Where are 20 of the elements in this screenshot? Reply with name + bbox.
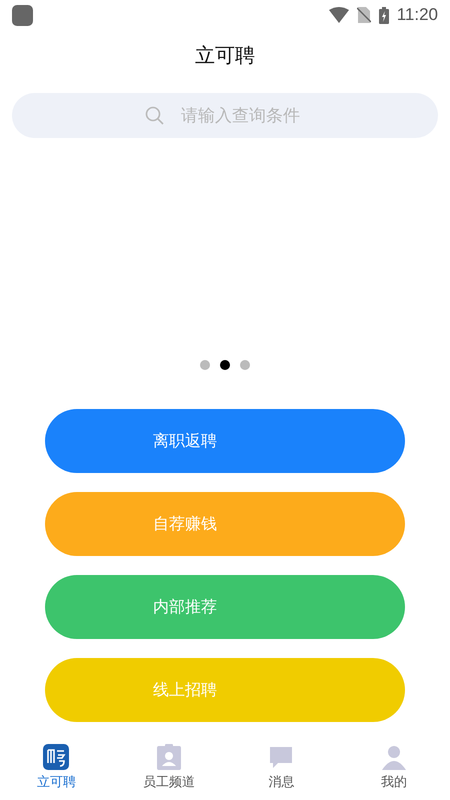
action-button[interactable]: 离职返聘 bbox=[45, 409, 405, 473]
notification-icon bbox=[12, 4, 33, 26]
page-title: 立可聘 bbox=[195, 42, 255, 69]
no-sim-icon bbox=[356, 7, 371, 23]
clock-time: 11:20 bbox=[396, 5, 438, 25]
tab-item[interactable]: 员工频道 bbox=[112, 738, 225, 800]
tab-item[interactable]: 消息 bbox=[225, 738, 338, 800]
chat-icon bbox=[268, 744, 294, 770]
logo-icon bbox=[43, 744, 70, 770]
tab-item[interactable]: 我的 bbox=[338, 738, 450, 800]
tab-item[interactable]: 立可聘 bbox=[0, 738, 112, 800]
person-icon bbox=[380, 744, 407, 770]
search-field[interactable]: 请输入查询条件 bbox=[181, 106, 305, 126]
wifi-icon bbox=[328, 7, 349, 23]
search-icon bbox=[145, 106, 165, 126]
carousel-dot[interactable] bbox=[220, 360, 230, 370]
carousel-dot[interactable] bbox=[200, 360, 210, 370]
battery-icon bbox=[378, 6, 389, 24]
carousel-dot[interactable] bbox=[240, 360, 250, 370]
badge-icon bbox=[156, 744, 181, 770]
